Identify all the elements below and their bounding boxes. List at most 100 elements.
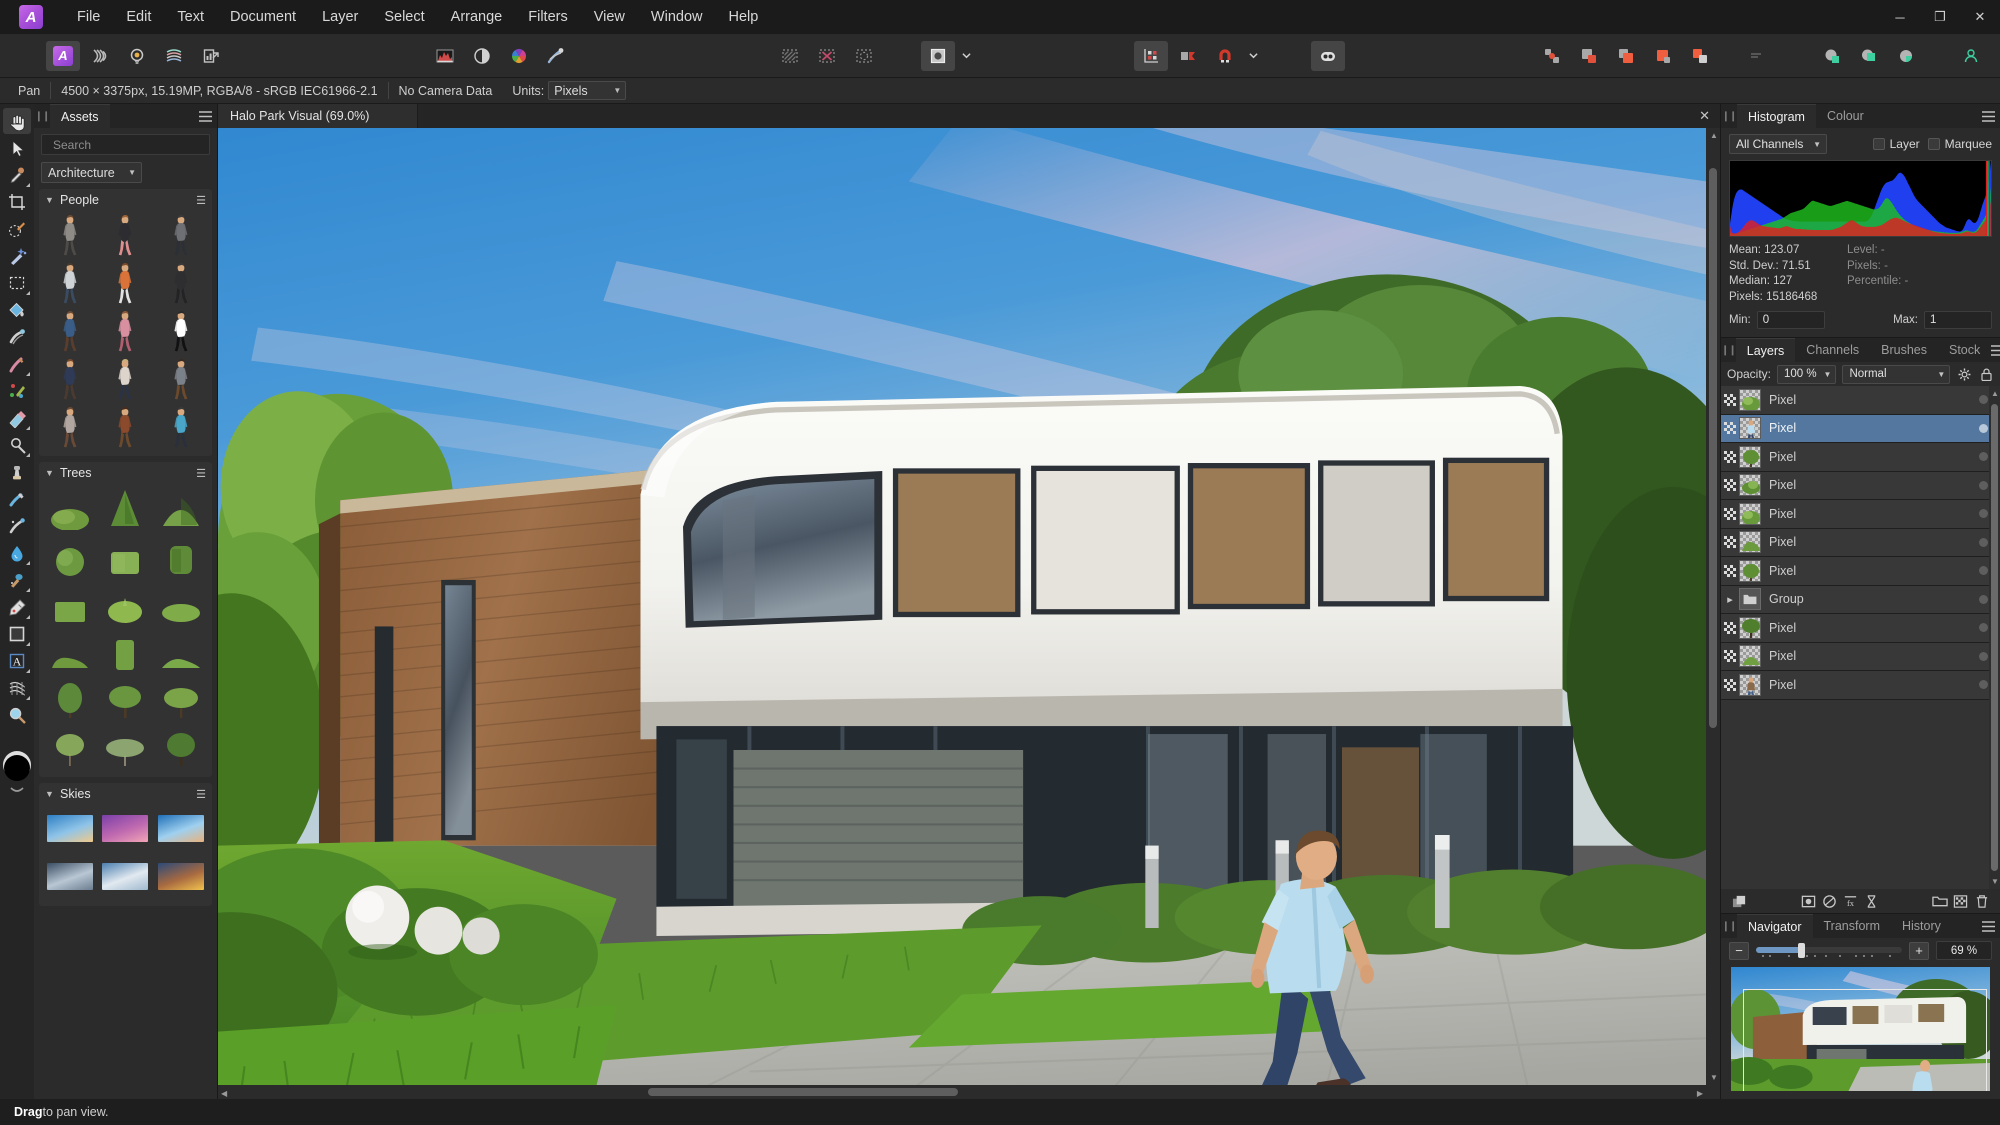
canvas-horizontal-scrollbar[interactable]: ◀ ▶ — [218, 1085, 1706, 1099]
sponge-tool[interactable] — [3, 567, 31, 593]
asset-sky-golden-sunset[interactable] — [154, 853, 208, 899]
scroll-left-icon[interactable]: ◀ — [221, 1089, 227, 1098]
show-alignment-button[interactable] — [1134, 40, 1168, 71]
asset-person-man-white[interactable] — [154, 307, 208, 353]
visibility-checker-icon[interactable] — [1724, 422, 1736, 435]
menu-item-text[interactable]: Text — [164, 5, 217, 29]
marquee-checkbox[interactable]: Marquee — [1927, 137, 1992, 151]
assets-group-header[interactable]: ▼ People ☰ — [39, 189, 212, 211]
table-row[interactable]: Pixel — [1721, 671, 2000, 700]
snapping-dropdown-chevron[interactable] — [1245, 41, 1261, 71]
layer-select-dot[interactable] — [1979, 623, 1988, 633]
vertical-scroll-thumb[interactable] — [1709, 168, 1717, 728]
blur-brush-tool[interactable] — [3, 540, 31, 566]
table-row[interactable]: Pixel — [1721, 471, 2000, 500]
menu-item-window[interactable]: Window — [638, 5, 716, 29]
close-document-icon[interactable]: ✕ — [1699, 108, 1710, 124]
layer-visibility-toggle[interactable] — [1721, 507, 1739, 520]
visibility-checker-icon[interactable] — [1724, 678, 1736, 691]
asset-person-woman-blonde[interactable] — [99, 355, 153, 401]
add-mask-layer-button[interactable] — [1950, 891, 1971, 911]
tab-history[interactable]: History — [1891, 914, 1952, 938]
tab-assets[interactable]: Assets — [50, 104, 110, 128]
panel-grip-icon[interactable]: ❙❙ — [34, 104, 51, 128]
flood-select-tool[interactable] — [3, 243, 31, 269]
tab-layers[interactable]: Layers — [1735, 338, 1796, 362]
assistant-button[interactable] — [1311, 40, 1345, 71]
asset-hedge-tall[interactable] — [154, 532, 208, 578]
foreground-background-colour[interactable] — [0, 743, 34, 803]
menu-item-edit[interactable]: Edit — [113, 5, 164, 29]
scroll-right-icon[interactable]: ▶ — [1697, 1089, 1703, 1098]
layer-visibility-toggle[interactable] — [1721, 536, 1739, 549]
asset-shrub-wide[interactable] — [154, 580, 208, 626]
histogram-chart[interactable] — [1729, 160, 1992, 237]
visibility-checker-icon[interactable] — [1724, 536, 1736, 549]
flood-fill-tool[interactable] — [3, 297, 31, 323]
menu-item-file[interactable]: File — [64, 5, 113, 29]
table-row[interactable]: Pixel — [1721, 528, 2000, 557]
rectangle-tool[interactable] — [3, 621, 31, 647]
asset-shrub-round[interactable] — [43, 532, 97, 578]
canvas-vertical-scrollbar[interactable]: ▲ ▼ — [1706, 128, 1720, 1085]
assets-panel-menu-icon[interactable] — [193, 104, 217, 128]
layer-select-dot[interactable] — [1979, 680, 1988, 690]
asset-hedge-block[interactable] — [43, 580, 97, 626]
asset-person-woman-pink[interactable] — [99, 211, 153, 257]
inpainting-brush-tool[interactable] — [3, 513, 31, 539]
delete-layer-button[interactable] — [1971, 891, 1992, 911]
scroll-down-icon[interactable]: ▼ — [1991, 877, 1999, 886]
scroll-up-icon[interactable]: ▲ — [1710, 131, 1718, 140]
menu-item-filters[interactable]: Filters — [515, 5, 580, 29]
layer-select-dot[interactable] — [1979, 452, 1988, 462]
canvas-viewport[interactable]: ▲ ▼ ◀ ▶ — [218, 128, 1720, 1099]
snapping-candidates-button[interactable] — [1171, 41, 1205, 71]
asset-person-man-rust[interactable] — [99, 403, 153, 449]
gear-icon[interactable] — [1956, 368, 1973, 381]
close-icon[interactable]: ✕ — [1960, 0, 2000, 34]
panel-grip-icon[interactable]: ❙❙ — [1721, 104, 1738, 128]
erase-brush-tool[interactable] — [3, 405, 31, 431]
visibility-checker-icon[interactable] — [1724, 564, 1736, 577]
view-tool[interactable] — [3, 108, 31, 134]
asset-person-man-dark[interactable] — [154, 259, 208, 305]
table-row[interactable]: Pixel — [1721, 500, 2000, 529]
tab-stock[interactable]: Stock — [1938, 338, 1991, 362]
minimize-icon[interactable]: ─ — [1880, 0, 1920, 34]
chevron-down-icon[interactable]: ▼ — [45, 468, 54, 478]
tab-navigator[interactable]: Navigator — [1737, 914, 1813, 938]
develop-persona-button[interactable] — [120, 41, 154, 71]
layers-panel-menu-icon[interactable] — [1991, 338, 2000, 362]
asset-person-man-cyan[interactable] — [154, 403, 208, 449]
pen-tool[interactable] — [3, 594, 31, 620]
panel-grip-icon[interactable]: ❙❙ — [1721, 338, 1737, 362]
layers-list[interactable]: Pixel Pixel Pixel Pixel Pixel Pixel Pixel ▸ Grou… — [1721, 386, 2000, 889]
dodge-brush-tool[interactable] — [3, 432, 31, 458]
asset-tree-light[interactable] — [43, 724, 97, 770]
menu-item-view[interactable]: View — [581, 5, 638, 29]
document-tab[interactable]: Halo Park Visual (69.0%) — [218, 104, 418, 128]
asset-hedge-bank[interactable] — [154, 628, 208, 674]
layer-visibility-toggle[interactable] — [1721, 479, 1739, 492]
brushes-toggle-button[interactable] — [539, 41, 573, 71]
zoom-slider[interactable] — [1756, 942, 1902, 960]
asset-tree-oval[interactable] — [43, 676, 97, 722]
opacity-select[interactable]: 100 % ▼ — [1777, 364, 1837, 384]
subtract-shapes-button[interactable] — [1646, 41, 1680, 71]
photo-persona-button[interactable]: A — [46, 40, 80, 71]
visibility-checker-icon[interactable] — [1724, 450, 1736, 463]
paint-mixer-tool[interactable] — [3, 378, 31, 404]
divide-shapes-button[interactable] — [1683, 41, 1717, 71]
histogram-panel-menu-icon[interactable] — [1976, 104, 2000, 128]
artistic-text-tool[interactable]: A — [3, 648, 31, 674]
paint-brush-tool[interactable] — [3, 351, 31, 377]
export-persona-button[interactable] — [194, 41, 228, 71]
crop-tool[interactable] — [3, 189, 31, 215]
menu-item-select[interactable]: Select — [371, 5, 437, 29]
table-row[interactable]: Pixel — [1721, 557, 2000, 586]
histogram-toggle-button[interactable] — [428, 41, 462, 71]
asset-person-woman-coat[interactable] — [99, 259, 153, 305]
lock-icon[interactable] — [1979, 368, 1994, 381]
layer-visibility-toggle[interactable] — [1721, 422, 1739, 435]
asset-person-woman-navy[interactable] — [43, 355, 97, 401]
